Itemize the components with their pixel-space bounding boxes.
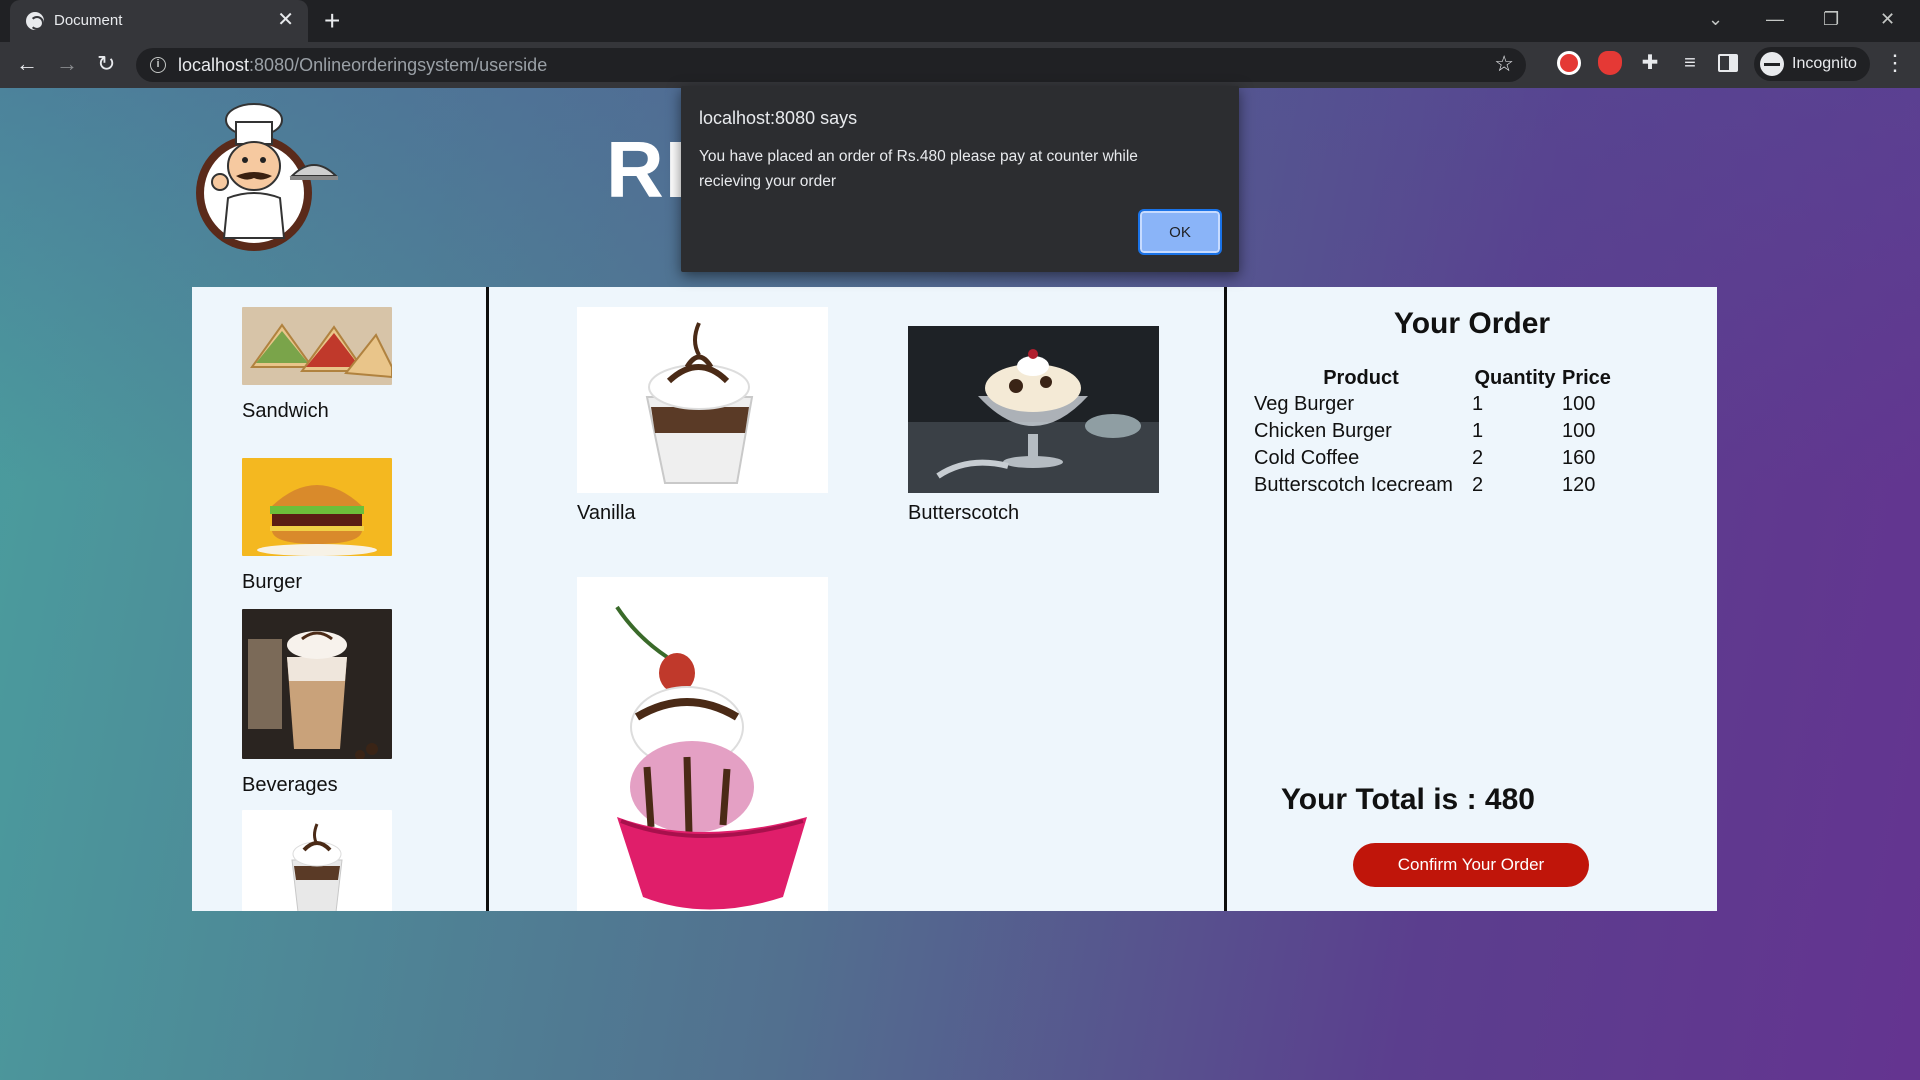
reading-list-icon[interactable]: ≡ [1678, 51, 1702, 75]
item-vanilla[interactable]: Vanilla [577, 307, 828, 525]
table-row: Butterscotch Icecream 2 120 [1254, 473, 1615, 500]
tab-title: Document [54, 12, 123, 29]
item-strawberry-sundae[interactable] [577, 577, 828, 911]
column-header-price: Price [1562, 367, 1611, 389]
incognito-indicator[interactable]: Incognito [1754, 47, 1870, 81]
category-label: Burger [242, 571, 303, 593]
category-beverages[interactable]: Beverages [242, 609, 392, 797]
table-row: Veg Burger 1 100 [1254, 392, 1615, 419]
category-label: Beverages [242, 774, 338, 796]
alert-ok-button[interactable]: OK [1138, 209, 1222, 255]
product-cell: Cold Coffee [1254, 447, 1360, 469]
category-label: Sandwich [242, 400, 329, 422]
quantity-cell: 2 [1472, 474, 1484, 496]
browser-tab[interactable]: Document ✕ [10, 0, 308, 42]
address-bar[interactable]: i localhost:8080/Onlineorderingsystem/us… [136, 48, 1526, 82]
side-panel-icon[interactable] [1718, 54, 1738, 72]
category-sandwich[interactable]: Sandwich [242, 307, 393, 423]
confirm-order-button[interactable]: Confirm Your Order [1353, 843, 1589, 887]
bookmark-star-icon[interactable]: ☆ [1494, 51, 1514, 77]
close-window-button[interactable]: ✕ [1880, 6, 1895, 32]
restore-button[interactable]: ❐ [1823, 6, 1839, 32]
alert-title: localhost:8080 says [699, 108, 858, 128]
order-panel: Your Order Product Quantity Price Veg Bu… [1227, 287, 1717, 911]
item-label: Butterscotch [908, 502, 1020, 524]
column-header-product: Product [1323, 367, 1399, 389]
vanilla-icecream-image [577, 307, 828, 493]
globe-icon [26, 12, 44, 30]
forward-button[interactable]: → [56, 50, 78, 78]
extensions-puzzle-icon[interactable]: ✚ [1638, 51, 1662, 75]
tab-close-icon[interactable]: ✕ [277, 9, 294, 31]
url-text[interactable]: localhost:8080/Onlineorderingsystem/user… [178, 55, 547, 76]
quantity-cell: 2 [1472, 447, 1484, 469]
product-cell: Butterscotch Icecream [1254, 474, 1453, 496]
icecream-category-image [242, 810, 392, 911]
order-total: Your Total is : 480 [1281, 783, 1535, 816]
tab-search-chevron-icon[interactable]: ⌄ [1708, 6, 1723, 32]
order-table-header: Product Quantity Price [1254, 367, 1615, 392]
minimize-button[interactable]: — [1766, 6, 1784, 32]
extension-hand-icon[interactable] [1598, 51, 1622, 75]
reload-button[interactable]: ↻ [97, 50, 115, 78]
beverages-image [242, 609, 392, 760]
browser-menu-icon[interactable]: ⋮ [1884, 48, 1906, 78]
category-icecream[interactable] [242, 810, 392, 911]
incognito-icon [1760, 52, 1784, 76]
product-cell: Chicken Burger [1254, 420, 1392, 442]
back-button[interactable]: ← [16, 50, 38, 78]
incognito-label: Incognito [1792, 55, 1857, 72]
price-cell: 120 [1562, 474, 1596, 496]
chef-logo [196, 103, 339, 251]
table-row: Cold Coffee 2 160 [1254, 446, 1615, 473]
quantity-cell: 1 [1472, 393, 1484, 415]
order-table: Product Quantity Price Veg Burger 1 100 … [1254, 367, 1615, 500]
items-panel: Vanilla Butterscotch [489, 287, 1224, 911]
extension-blocker-icon[interactable] [1557, 51, 1581, 75]
price-cell: 100 [1562, 420, 1596, 442]
browser-tab-bar: Document ✕ + ⌄ — ❐ ✕ [0, 0, 1920, 42]
order-title: Your Order [1393, 307, 1551, 340]
site-info-icon[interactable]: i [150, 57, 166, 73]
quantity-cell: 1 [1472, 420, 1484, 442]
column-header-quantity: Quantity [1474, 367, 1556, 389]
strawberry-sundae-image [577, 577, 828, 911]
butterscotch-icecream-image [908, 326, 1159, 493]
sandwich-image [242, 307, 393, 385]
item-label: Vanilla [577, 502, 636, 524]
burger-image [242, 458, 392, 556]
price-cell: 100 [1562, 393, 1596, 415]
alert-dialog: localhost:8080 says You have placed an o… [681, 86, 1239, 272]
table-row: Chicken Burger 1 100 [1254, 419, 1615, 446]
browser-toolbar: ← → ↻ i localhost:8080/Onlineorderingsys… [0, 42, 1920, 88]
price-cell: 160 [1562, 447, 1596, 469]
alert-message: You have placed an order of Rs.480 pleas… [699, 148, 1138, 190]
restaurant-name: RI [606, 125, 688, 214]
category-burger[interactable]: Burger [242, 458, 392, 594]
category-panel: Sandwich Burger Beverages [192, 287, 486, 911]
product-cell: Veg Burger [1254, 393, 1355, 415]
item-butterscotch[interactable]: Butterscotch [908, 326, 1159, 525]
new-tab-button[interactable]: + [324, 6, 340, 36]
